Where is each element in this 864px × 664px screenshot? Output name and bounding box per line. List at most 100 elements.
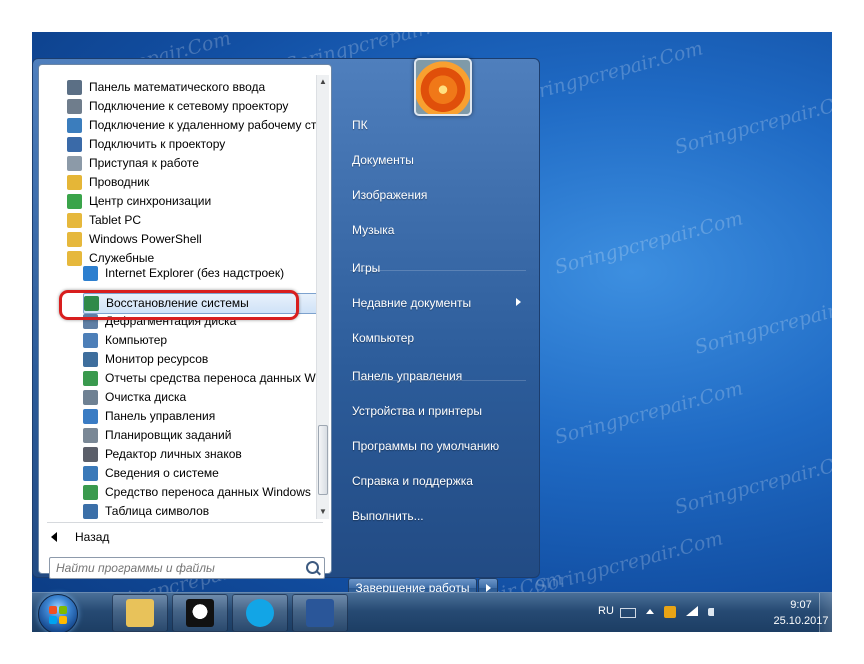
- program-item[interactable]: Панель математического ввода: [67, 78, 329, 97]
- start-button[interactable]: [38, 594, 78, 632]
- windows-logo-part: [59, 616, 67, 624]
- right-menu-item[interactable]: Компьютер: [352, 329, 414, 347]
- system-tray: RU 9:07 25.10.2017: [592, 593, 832, 632]
- disk-cleanup-icon: [83, 390, 98, 405]
- right-menu-item-label: Недавние документы: [352, 296, 472, 310]
- right-menu-item-label: Игры: [352, 261, 381, 275]
- scrollbar-thumb[interactable]: [318, 425, 328, 495]
- right-menu-item[interactable]: Выполнить...: [352, 507, 424, 525]
- back-button[interactable]: Назад: [51, 527, 109, 547]
- program-item-label: Проводник: [89, 175, 150, 189]
- right-menu-item[interactable]: ПК: [352, 116, 368, 134]
- scroll-down-arrow-icon[interactable]: ▼: [317, 505, 329, 519]
- program-item[interactable]: Таблица символов: [83, 502, 327, 519]
- right-menu-item[interactable]: Устройства и принтеры: [352, 402, 482, 420]
- submenu-arrow-icon: [516, 298, 521, 306]
- search-icon[interactable]: [306, 561, 319, 574]
- computer-icon: [83, 333, 98, 348]
- program-item-label: Таблица символов: [105, 504, 210, 518]
- user-avatar[interactable]: [414, 58, 472, 116]
- control-panel-icon: [83, 409, 98, 424]
- right-menu-item[interactable]: Программы по умолчанию: [352, 437, 499, 455]
- program-item[interactable]: Tablet PC: [67, 211, 329, 230]
- keyboard-icon[interactable]: [620, 608, 636, 618]
- network-signal-icon[interactable]: [686, 606, 698, 616]
- watermark-text: Soringpcrepair.Com: [532, 527, 726, 599]
- program-item[interactable]: Подключение к сетевому проектору: [67, 97, 329, 116]
- program-item[interactable]: Подключить к проектору: [67, 135, 329, 154]
- windows-logo-part: [59, 606, 67, 614]
- program-list-scrollbar[interactable]: ▲ ▼: [316, 75, 329, 519]
- back-label: Назад: [75, 530, 110, 544]
- program-item[interactable]: Средство переноса данных Windows: [83, 483, 327, 502]
- folder-open-icon: [67, 251, 82, 266]
- program-item[interactable]: Internet Explorer (без надстроек): [83, 264, 327, 283]
- program-item[interactable]: Планировщик заданий: [83, 426, 327, 445]
- warning-flag-icon[interactable]: [664, 606, 676, 618]
- program-item[interactable]: Редактор личных знаков: [83, 445, 327, 464]
- program-item[interactable]: Центр синхронизации: [67, 192, 329, 211]
- right-menu-item-label: Изображения: [352, 188, 428, 202]
- highlight-annotation-ring: [59, 290, 299, 320]
- program-item[interactable]: Отчеты средства переноса данных Windows: [83, 369, 327, 388]
- right-menu-item[interactable]: Недавние документы: [352, 294, 521, 312]
- program-item-label: Центр синхронизации: [89, 194, 212, 208]
- program-item[interactable]: Очистка диска: [83, 388, 327, 407]
- program-item-label: Редактор личных знаков: [105, 447, 242, 461]
- scroll-up-arrow-icon[interactable]: ▲: [317, 75, 329, 89]
- watermark-text: Soringpcrepair.Com: [552, 377, 746, 449]
- volume-icon[interactable]: [708, 608, 714, 616]
- word-taskbar-button[interactable]: [292, 594, 348, 632]
- watermark-text: Soringpcrepair.Com: [512, 37, 706, 109]
- program-item-label: Сведения о системе: [105, 466, 219, 480]
- right-menu-item[interactable]: Игры: [352, 259, 380, 277]
- charmap-icon: [83, 504, 98, 519]
- program-item[interactable]: Приступая к работе: [67, 154, 329, 173]
- program-item[interactable]: Монитор ресурсов: [83, 350, 327, 369]
- program-item-label: Компьютер: [105, 333, 168, 347]
- right-menu-item-label: Компьютер: [352, 331, 415, 345]
- right-menu-item[interactable]: Справка и поддержка: [352, 472, 473, 490]
- language-indicator[interactable]: RU: [598, 605, 614, 617]
- skype-taskbar-button[interactable]: [232, 594, 288, 632]
- program-item-label: Монитор ресурсов: [105, 352, 209, 366]
- start-menu: Панель математического ввода Подключение …: [32, 58, 540, 598]
- program-item[interactable]: Сведения о системе: [83, 464, 327, 483]
- right-menu-item[interactable]: Музыка: [352, 221, 394, 239]
- program-item-label: Приступая к работе: [89, 156, 199, 170]
- transfer-reports-icon: [83, 371, 98, 386]
- right-menu-item[interactable]: Изображения: [352, 186, 427, 204]
- program-item-label: Tablet PC: [89, 213, 142, 227]
- pane-divider: [47, 522, 323, 523]
- taskbar: RU 9:07 25.10.2017: [32, 592, 832, 632]
- skype-icon: [246, 599, 274, 627]
- getting-started-icon: [67, 156, 82, 171]
- program-item[interactable]: Подключение к удаленному рабочему столу: [67, 116, 329, 135]
- char-editor-icon: [83, 447, 98, 462]
- panda-taskbar-button[interactable]: [172, 594, 228, 632]
- windows-logo-icon: [49, 606, 57, 614]
- program-item-label: Подключить к проектору: [89, 137, 226, 151]
- folder-icon: [67, 213, 82, 228]
- projector-icon: [67, 137, 82, 152]
- right-pane-separator: [350, 380, 526, 381]
- program-item[interactable]: Компьютер: [83, 331, 327, 350]
- right-menu-item[interactable]: Панель управления: [352, 367, 462, 385]
- desktop: Soringpcrepair.Com Soringpcrepair.Com Sori…: [32, 32, 832, 632]
- watermark-text: Soringpcrepair.Com: [552, 207, 746, 279]
- program-item[interactable]: Проводник: [67, 173, 329, 192]
- program-item[interactable]: Windows PowerShell: [67, 230, 329, 249]
- search-input[interactable]: [54, 559, 298, 577]
- word-icon: [306, 599, 334, 627]
- system-info-icon: [83, 466, 98, 481]
- show-desktop-button[interactable]: [819, 593, 832, 632]
- show-hidden-icons-icon[interactable]: [646, 609, 654, 614]
- explorer-taskbar-button[interactable]: [112, 594, 168, 632]
- program-item[interactable]: Панель управления: [83, 407, 327, 426]
- search-box[interactable]: [49, 557, 325, 579]
- programs-pane: Панель математического ввода Подключение …: [38, 64, 332, 579]
- right-menu-item[interactable]: Документы: [352, 151, 414, 169]
- windows-logo-part: [49, 616, 57, 624]
- right-menu-item-label: Выполнить...: [352, 509, 424, 523]
- panda-antivirus-icon: [186, 599, 214, 627]
